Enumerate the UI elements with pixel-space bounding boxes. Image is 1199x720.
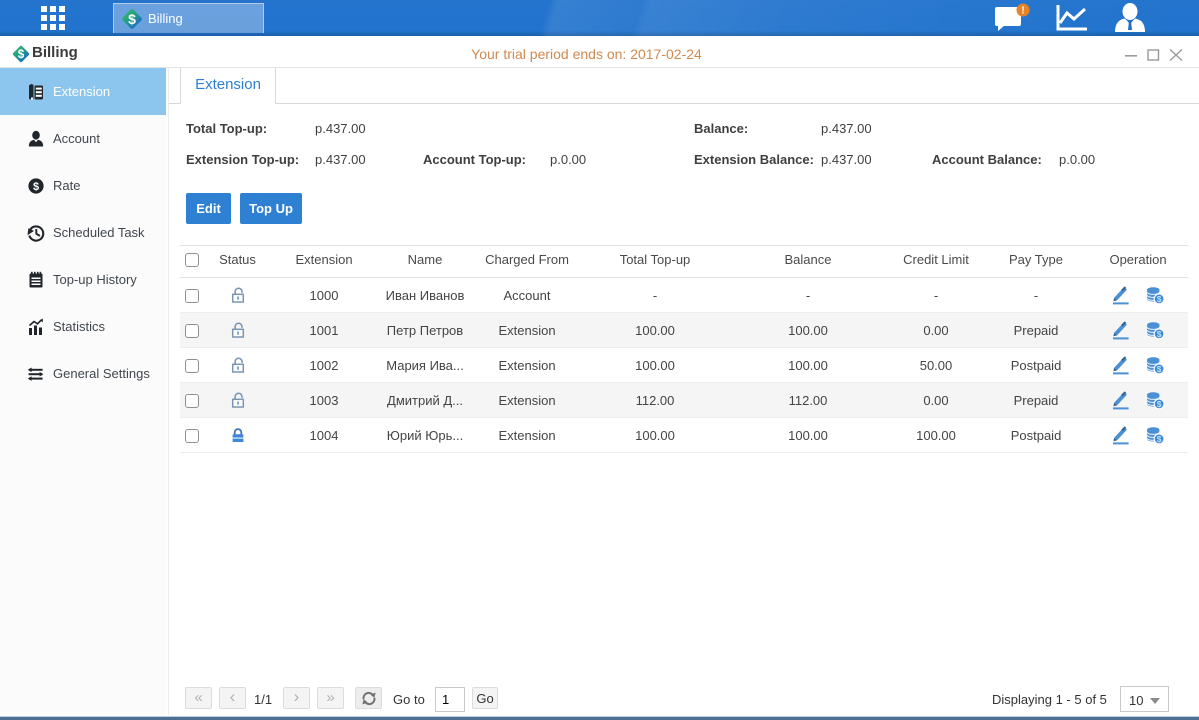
svg-text:$: $ (128, 11, 136, 27)
svg-text:!: ! (1021, 6, 1024, 17)
svg-text:$: $ (33, 181, 39, 193)
